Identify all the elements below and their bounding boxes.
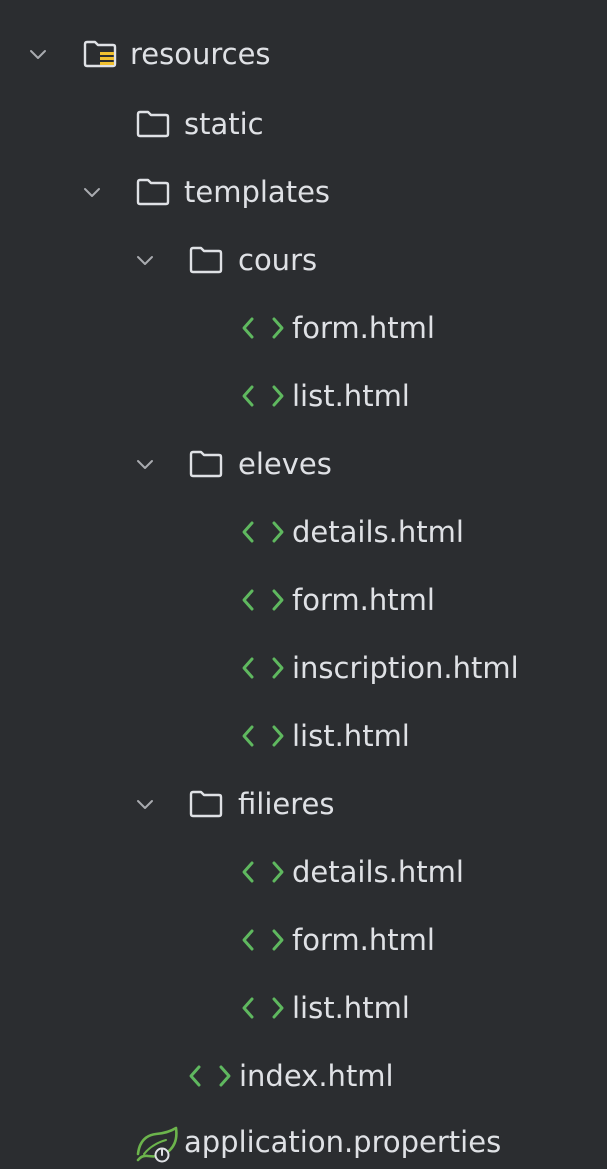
tree-file-label: form.html — [292, 311, 435, 345]
tree-file-label: application.properties — [184, 1125, 502, 1159]
spring-properties-icon — [136, 1126, 178, 1163]
tree-node-label: templates — [184, 175, 331, 209]
tree-file-filieres-form[interactable]: form.html — [0, 906, 607, 974]
folder-icon — [189, 246, 223, 274]
tree-file-label: list.html — [292, 719, 410, 753]
tree-file-eleves-list[interactable]: list.html — [0, 702, 607, 770]
tree-file-label: list.html — [292, 991, 410, 1025]
chevron-down-icon[interactable] — [133, 792, 157, 816]
html-file-icon — [242, 317, 284, 339]
tree-node-filieres[interactable]: filieres — [0, 770, 607, 838]
chevron-down-icon[interactable] — [26, 42, 50, 66]
chevron-down-icon[interactable] — [80, 180, 104, 204]
tree-file-label: inscription.html — [292, 651, 519, 685]
tree-node-cours[interactable]: cours — [0, 226, 607, 294]
tree-node-label: static — [184, 107, 264, 141]
tree-node-static[interactable]: static — [0, 90, 607, 158]
tree-node-label: filieres — [238, 787, 335, 821]
tree-node-resources[interactable]: resources — [0, 20, 607, 88]
html-file-icon — [242, 929, 284, 951]
tree-file-label: details.html — [292, 855, 464, 889]
folder-icon — [189, 450, 223, 478]
folder-icon — [136, 178, 170, 206]
chevron-down-icon[interactable] — [133, 452, 157, 476]
tree-file-filieres-list[interactable]: list.html — [0, 974, 607, 1042]
html-file-icon — [242, 385, 284, 407]
tree-node-templates[interactable]: templates — [0, 158, 607, 226]
tree-file-eleves-details[interactable]: details.html — [0, 498, 607, 566]
tree-node-label: resources — [130, 37, 271, 71]
tree-file-eleves-form[interactable]: form.html — [0, 566, 607, 634]
tree-file-label: form.html — [292, 923, 435, 957]
tree-node-eleves[interactable]: eleves — [0, 430, 607, 498]
resources-folder-icon — [83, 40, 117, 68]
html-file-icon — [242, 657, 284, 679]
tree-node-label: cours — [238, 243, 318, 277]
tree-file-cours-form[interactable]: form.html — [0, 294, 607, 362]
tree-file-application-properties[interactable]: application.properties — [0, 1108, 607, 1169]
tree-file-label: index.html — [239, 1059, 394, 1093]
html-file-icon — [242, 521, 284, 543]
tree-file-eleves-inscription[interactable]: inscription.html — [0, 634, 607, 702]
html-file-icon — [242, 861, 284, 883]
tree-file-label: details.html — [292, 515, 464, 549]
html-file-icon — [242, 997, 284, 1019]
html-file-icon — [242, 589, 284, 611]
folder-icon — [189, 790, 223, 818]
tree-node-label: eleves — [238, 447, 332, 481]
html-file-icon — [242, 725, 284, 747]
tree-file-index[interactable]: index.html — [0, 1042, 607, 1110]
project-tree: resources static templates cours form.ht… — [0, 0, 607, 1169]
chevron-down-icon[interactable] — [133, 248, 157, 272]
tree-file-label: form.html — [292, 583, 435, 617]
html-file-icon — [189, 1065, 231, 1087]
tree-file-cours-list[interactable]: list.html — [0, 362, 607, 430]
tree-file-label: list.html — [292, 379, 410, 413]
folder-icon — [136, 110, 170, 138]
tree-file-filieres-details[interactable]: details.html — [0, 838, 607, 906]
